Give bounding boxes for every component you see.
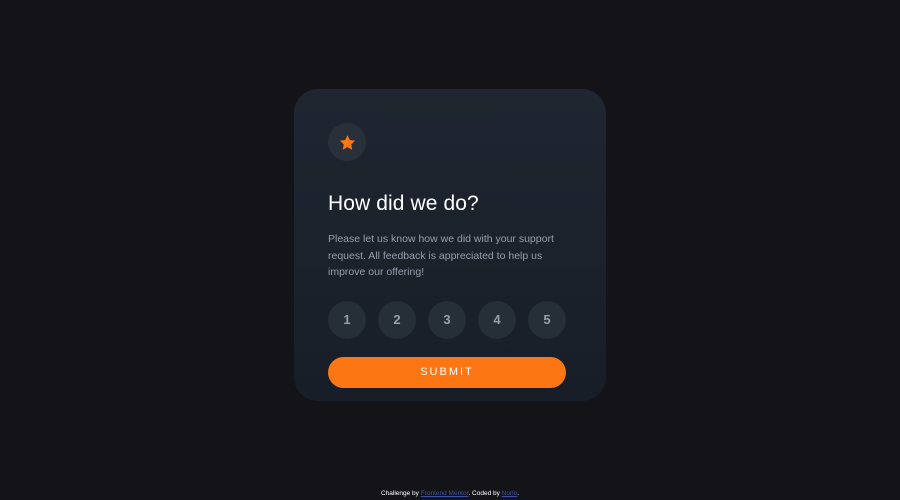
page: How did we do? Please let us know how we… — [0, 0, 900, 500]
rating-option-1[interactable]: 1 — [328, 300, 366, 339]
rating-options: 1 2 3 4 5 — [328, 300, 572, 339]
attribution-suffix: . — [517, 490, 520, 497]
attribution: Challenge by Frontend Mentor. Coded by N… — [0, 489, 900, 498]
star-badge — [328, 123, 366, 161]
frontend-mentor-link[interactable]: Frontend Mentor — [421, 490, 469, 497]
submit-button[interactable]: SUBMIT — [328, 356, 566, 388]
rating-option-5[interactable]: 5 — [528, 300, 566, 339]
attribution-middle: . Coded by — [468, 490, 502, 497]
author-link[interactable]: Nono — [502, 490, 518, 497]
attribution-prefix: Challenge by — [380, 490, 421, 497]
card-description: Please let us know how we did with your … — [328, 233, 554, 278]
rating-option-3[interactable]: 3 — [428, 300, 466, 339]
card-title: How did we do? — [328, 192, 479, 215]
rating-card: How did we do? Please let us know how we… — [294, 89, 606, 401]
star-icon — [339, 134, 355, 150]
rating-option-4[interactable]: 4 — [478, 300, 516, 339]
rating-option-2[interactable]: 2 — [378, 300, 416, 339]
